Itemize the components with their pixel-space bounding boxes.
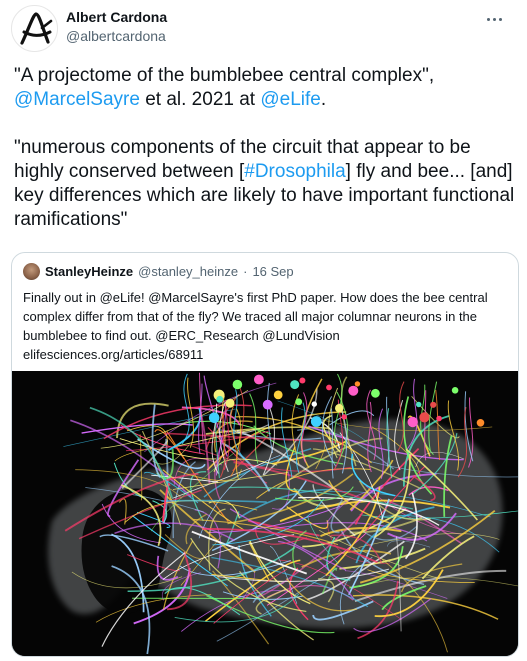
tweet-text-segment: et al. 2021 at [139, 89, 261, 110]
more-horizontal-icon [486, 17, 490, 21]
cell-body [326, 384, 332, 391]
cell-body [295, 398, 303, 406]
neuron-tracing-image [12, 371, 518, 656]
cell-body [335, 404, 344, 413]
tweet-paragraph-2: "numerous components of the circuit that… [14, 136, 519, 232]
author-name[interactable]: Albert Cardona [66, 9, 167, 25]
cell-body [436, 415, 442, 422]
quoted-tweet-header: StanleyHeinze @stanley_heinze · 16 Sep [23, 262, 294, 280]
tweet-text-segment: "A projectome of the bumblebee central c… [14, 65, 435, 86]
cell-body [216, 395, 224, 403]
cell-body [416, 401, 422, 408]
quoted-tweet-text: Finally out in @eLife! @MarcelSayre's fi… [23, 288, 513, 364]
quoted-author-handle[interactable]: @stanley_heinze [138, 264, 238, 279]
separator-dot: · [243, 263, 248, 279]
quoted-text-line: complex differ from that of the fly? We … [23, 309, 478, 324]
tweet-text-segment: . [320, 89, 327, 110]
cell-body [430, 401, 437, 408]
cell-body [254, 374, 264, 385]
tweet: Albert Cardona @albertcardona "A project… [0, 0, 527, 661]
hashtag-link[interactable]: #Drosophila [244, 161, 345, 182]
mention-link[interactable]: @eLife [260, 89, 321, 110]
cell-body [311, 401, 317, 407]
cell-body [225, 398, 235, 408]
tweet-paragraph-1: "A projectome of the bumblebee central c… [14, 64, 519, 112]
cell-body [407, 416, 418, 428]
quoted-author-name[interactable]: StanleyHeinze [45, 264, 133, 279]
more-options-button[interactable] [480, 9, 508, 29]
cell-body [354, 381, 361, 387]
quoted-tweet[interactable]: StanleyHeinze @stanley_heinze · 16 Sep F… [11, 252, 519, 657]
quoted-text-line: Finally out in @eLife! @MarcelSayre's fi… [23, 290, 488, 305]
quoted-text-line: elifesciences.org/articles/68911 [23, 347, 204, 362]
cell-body [476, 419, 485, 427]
quoted-author-avatar[interactable] [23, 262, 40, 280]
author-handle[interactable]: @albertcardona [66, 28, 166, 44]
quoted-tweet-date[interactable]: 16 Sep [252, 264, 293, 279]
cell-body [371, 388, 380, 398]
cell-body [419, 412, 430, 423]
cell-body [232, 379, 243, 390]
cell-body [208, 412, 220, 424]
more-horizontal-icon [492, 17, 496, 21]
quoted-text-line: bumblebee to find out. @ERC_Research @Lu… [23, 328, 340, 343]
cell-body [310, 416, 322, 427]
cell-body [299, 377, 306, 384]
mention-link[interactable]: @MarcelSayre [14, 89, 140, 110]
cell-body [262, 399, 273, 410]
cell-body [341, 414, 347, 420]
tweet-text: "A projectome of the bumblebee central c… [14, 64, 519, 232]
cell-body [290, 380, 300, 390]
logo-avatar-icon [20, 12, 53, 45]
more-horizontal-icon [498, 17, 502, 21]
cell-body [273, 390, 283, 400]
author-avatar[interactable] [11, 5, 58, 52]
cell-body [348, 385, 359, 396]
cell-body [451, 387, 459, 394]
neuron-image[interactable] [12, 371, 518, 656]
